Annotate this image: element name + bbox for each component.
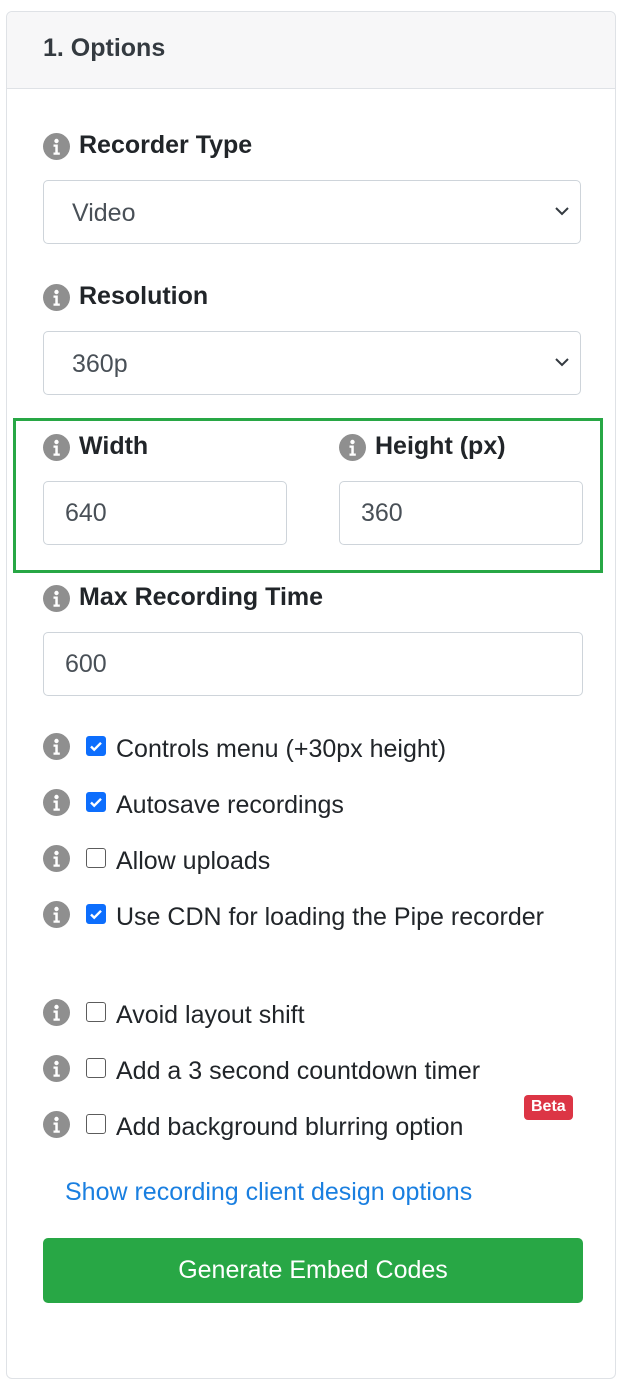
use-cdn-label: Use CDN for loading the Pipe recorder <box>116 903 544 931</box>
info-icon[interactable] <box>43 901 70 928</box>
design-options-link[interactable]: Show recording client design options <box>65 1178 472 1207</box>
resolution-value: 360p <box>72 350 128 378</box>
controls-menu-label: Controls menu (+30px height) <box>116 735 447 763</box>
height-label: Height (px) <box>375 432 506 460</box>
checkmark-icon <box>90 797 102 808</box>
resolution-select[interactable]: 360p <box>43 331 581 395</box>
controls-menu-checkbox[interactable] <box>86 736 106 756</box>
info-icon[interactable] <box>43 1111 70 1138</box>
recorder-type-label: Recorder Type <box>79 131 253 159</box>
autosave-label: Autosave recordings <box>116 791 344 819</box>
countdown-timer-checkbox[interactable] <box>86 1058 106 1078</box>
generate-embed-codes-button[interactable]: Generate Embed Codes <box>43 1238 583 1303</box>
height-input[interactable] <box>339 481 583 545</box>
page-title: 1. Options <box>43 34 166 62</box>
width-input[interactable] <box>43 481 287 545</box>
background-blurring-label: Add background blurring option <box>116 1113 464 1141</box>
checkmark-icon <box>90 741 102 752</box>
chevron-down-icon <box>555 207 569 216</box>
background-blurring-checkbox[interactable] <box>86 1114 106 1134</box>
info-icon[interactable] <box>43 845 70 872</box>
recorder-type-select[interactable]: Video <box>43 180 581 244</box>
recorder-type-value: Video <box>72 199 136 227</box>
recorder-type-info-icon[interactable] <box>43 133 70 160</box>
width-label: Width <box>79 432 149 460</box>
max-time-input[interactable] <box>43 632 583 696</box>
resolution-label: Resolution <box>79 282 209 310</box>
info-icon[interactable] <box>43 1055 70 1082</box>
options-card: 1. Options Recorder Type Video Resolutio… <box>6 11 616 1379</box>
card-header: 1. Options <box>7 12 615 89</box>
info-icon[interactable] <box>43 999 70 1026</box>
avoid-layout-shift-label: Avoid layout shift <box>116 1001 305 1029</box>
avoid-layout-shift-checkbox[interactable] <box>86 1002 106 1022</box>
max-time-label: Max Recording Time <box>79 583 324 611</box>
info-icon[interactable] <box>43 733 70 760</box>
countdown-timer-label: Add a 3 second countdown timer <box>116 1057 481 1085</box>
allow-uploads-checkbox[interactable] <box>86 848 106 868</box>
height-info-icon[interactable] <box>339 434 366 461</box>
autosave-checkbox[interactable] <box>86 792 106 812</box>
allow-uploads-label: Allow uploads <box>116 847 271 875</box>
width-info-icon[interactable] <box>43 434 70 461</box>
chevron-down-icon <box>555 358 569 367</box>
beta-badge: Beta <box>524 1095 573 1120</box>
resolution-info-icon[interactable] <box>43 284 70 311</box>
max-time-info-icon[interactable] <box>43 585 70 612</box>
info-icon[interactable] <box>43 789 70 816</box>
